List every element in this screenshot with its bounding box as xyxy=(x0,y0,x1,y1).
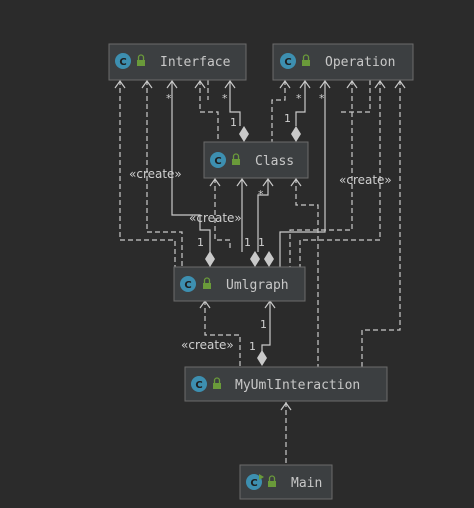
multiplicity-label: * xyxy=(296,92,302,105)
node-label: Class xyxy=(255,154,294,169)
node-class[interactable]: C Class xyxy=(203,141,309,179)
class-icon-letter: C xyxy=(184,280,191,291)
edge-create-operation-1 xyxy=(271,80,286,142)
node-label: Operation xyxy=(325,55,395,70)
multiplicity-label: * xyxy=(319,92,325,105)
class-icon-letter: C xyxy=(195,380,202,391)
class-icon-letter: C xyxy=(250,478,257,489)
multiplicity-label: * xyxy=(166,92,172,105)
node-operation[interactable]: C Operation xyxy=(272,43,414,81)
multiplicity-label: 1 xyxy=(244,236,251,249)
create-stereotype-label: «create» xyxy=(339,173,392,187)
multiplicity-label: * xyxy=(222,92,228,105)
multiplicity-label: 1 xyxy=(284,112,291,125)
create-stereotype-label: «create» xyxy=(189,211,242,225)
aggregation-diamond xyxy=(239,126,249,142)
multiplicity-label: 1 xyxy=(230,116,237,129)
multiplicity-label: * xyxy=(258,188,264,201)
multiplicity-label: 1 xyxy=(249,340,256,353)
aggregation-diamond xyxy=(205,251,215,267)
node-label: Interface xyxy=(160,55,231,70)
multiplicity-label: 1 xyxy=(258,236,265,249)
class-icon-letter: C xyxy=(214,156,221,167)
node-label: MyUmlInteraction xyxy=(235,378,360,393)
aggregation-diamond xyxy=(291,126,301,142)
class-diagram: * * 1 * * 1 * 1 1 1 1 1 «create» «create… xyxy=(108,43,414,500)
multiplicity-label: 1 xyxy=(260,318,267,331)
node-label: Umlgraph xyxy=(226,278,289,293)
class-icon-letter: C xyxy=(119,57,126,68)
create-stereotype-label: «create» xyxy=(181,338,234,352)
multiplicity-label: 1 xyxy=(197,236,204,249)
node-interface[interactable]: C Interface xyxy=(108,43,247,81)
node-main[interactable]: C Main xyxy=(239,464,333,500)
node-myumlinteraction[interactable]: C MyUmlInteraction xyxy=(184,366,388,402)
edge-create-operation-4 xyxy=(361,80,401,367)
aggregation-diamond xyxy=(250,251,260,267)
edge-create-interface-3 xyxy=(199,80,219,142)
aggregation-diamond xyxy=(264,251,274,267)
edge-create-umlgraph-mui xyxy=(204,300,241,367)
node-umlgraph[interactable]: C Umlgraph xyxy=(173,266,306,302)
node-label: Main xyxy=(291,476,322,491)
create-stereotype-label: «create» xyxy=(129,167,182,181)
aggregation-diamond xyxy=(257,350,267,366)
class-icon-letter: C xyxy=(284,57,291,68)
